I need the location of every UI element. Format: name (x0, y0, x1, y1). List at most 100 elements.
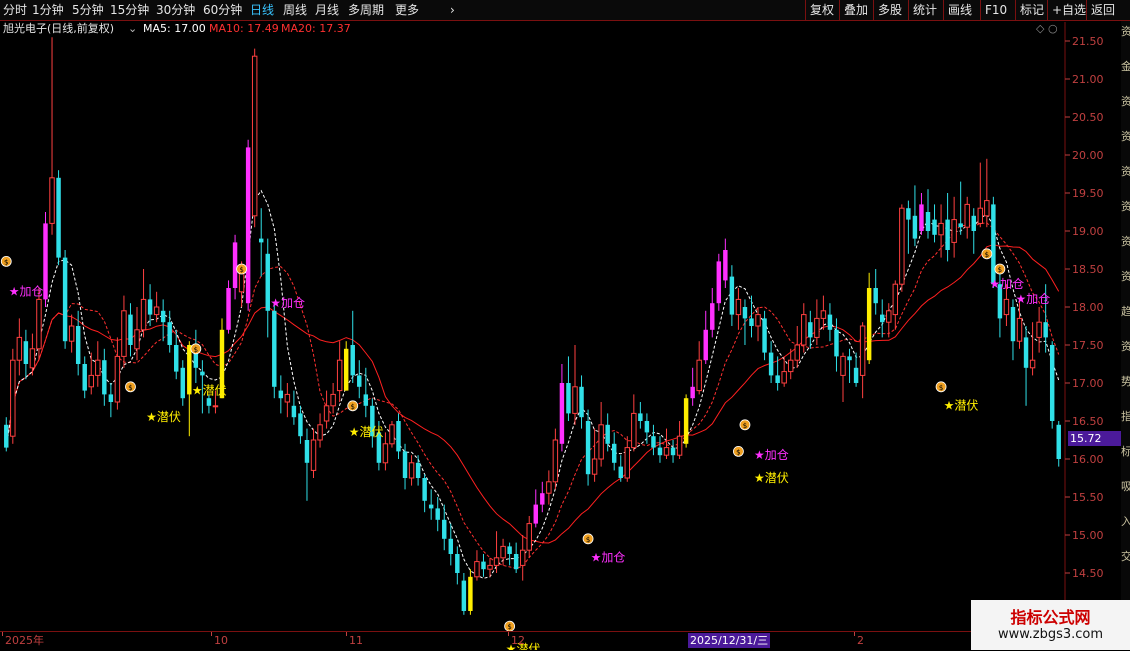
candle-body (696, 359, 702, 392)
y-tick-label: 16.50 (1072, 415, 1104, 428)
candle-body (1029, 359, 1036, 369)
add-position-label: ★加仓 (754, 448, 789, 462)
candle-body (43, 223, 48, 300)
candle-body (781, 371, 787, 384)
latent-buy-label: ★潜伏 (944, 399, 979, 413)
strip-char: 资 (1121, 25, 1130, 38)
candle-body (670, 447, 676, 456)
candle-body (566, 383, 571, 414)
candle-body (775, 375, 780, 383)
candle-body (167, 322, 172, 345)
add-position-label: ★加仓 (1016, 292, 1051, 306)
candle-body (114, 355, 121, 403)
add-position-label: ★加仓 (591, 551, 626, 565)
y-tick-label: 20.50 (1072, 111, 1104, 124)
candle-body (428, 504, 434, 509)
y-tick-label: 18.50 (1072, 263, 1104, 276)
candle-body (579, 386, 584, 418)
candle-body (174, 345, 179, 372)
latent-buy-label: ★潜伏 (349, 425, 384, 439)
candle-body (716, 261, 722, 304)
candle-body (690, 386, 695, 399)
candle-body (631, 412, 637, 449)
kline-chart[interactable]: 14.0014.5015.0015.5016.0016.5017.0017.50… (0, 0, 1130, 650)
candle-body (206, 398, 212, 406)
strip-char: 交 (1121, 550, 1130, 563)
y-tick-label: 20.00 (1072, 149, 1104, 162)
candle-body (232, 242, 238, 288)
candle-body (638, 413, 643, 421)
candle-body (1036, 321, 1042, 338)
candle-body (546, 481, 552, 494)
watermark-url: www.zbgs3.com (997, 627, 1104, 642)
candle-body (160, 310, 166, 323)
candle-body (212, 405, 219, 408)
candle-body (991, 204, 996, 285)
latent-buy-label: ★潜伏 (754, 471, 789, 485)
candle-body (298, 413, 303, 437)
candle-body (651, 436, 656, 448)
candle-body (49, 177, 55, 224)
candle-body (847, 356, 852, 361)
candle-body (481, 561, 486, 570)
date-tick (508, 632, 509, 636)
candle-body (1010, 307, 1016, 342)
date-label: 2 (857, 634, 864, 647)
candle-body (1016, 317, 1023, 342)
candle-body (468, 576, 473, 611)
candle-body (153, 306, 160, 316)
candle-body (455, 554, 460, 573)
candle-body (507, 546, 512, 554)
candle-body (128, 314, 133, 345)
candle-body (88, 374, 94, 388)
candle-body (591, 458, 598, 475)
candle-body (977, 207, 984, 224)
candle-body (729, 276, 735, 315)
candle-body (827, 314, 833, 330)
candle-body (808, 322, 813, 338)
date-label: 2025年 (5, 634, 44, 647)
candle-body (422, 478, 427, 501)
candle-body (36, 298, 42, 350)
candle-body (585, 421, 591, 475)
y-tick-label: 21.50 (1072, 35, 1104, 48)
candle-body (703, 329, 708, 361)
candle-body (526, 523, 532, 551)
candle-body (4, 424, 9, 448)
candle-body (435, 508, 440, 520)
strip-char: 指 (1121, 410, 1130, 423)
candle-body (10, 359, 16, 437)
money-bag-symbol: $ (743, 422, 747, 430)
latent-buy-label: ★潜伏 (192, 383, 227, 397)
candle-body (801, 314, 807, 346)
candle-body (16, 336, 23, 361)
candle-body (958, 223, 963, 228)
current-price-label: 15.72 (1068, 431, 1122, 446)
candle-body (899, 207, 905, 285)
money-bag-symbol: $ (194, 346, 198, 354)
candle-body (906, 208, 911, 220)
money-bag-symbol: $ (239, 266, 243, 274)
latent-buy-label: ★潜伏 (146, 410, 181, 424)
candle-body (749, 318, 754, 326)
date-tick (346, 632, 347, 636)
candle-body (323, 405, 330, 422)
candle-body (624, 447, 631, 479)
y-tick-label: 21.00 (1072, 73, 1104, 86)
add-position-label: ★加仓 (989, 277, 1024, 291)
money-bag-symbol: $ (4, 258, 8, 266)
candle-body (474, 561, 480, 578)
candle-body (938, 222, 944, 236)
candle-body (663, 447, 670, 456)
candle-body (519, 549, 526, 566)
y-tick-label: 17.50 (1072, 339, 1104, 352)
candle-body (676, 435, 683, 456)
candle-body (552, 439, 559, 483)
candle-body (363, 394, 369, 406)
candle-body (873, 288, 878, 304)
candle-body (919, 204, 924, 231)
candle-body (448, 538, 454, 554)
y-tick-label: 17.00 (1072, 377, 1104, 390)
candle-body (402, 451, 408, 478)
candle-body (572, 386, 578, 414)
